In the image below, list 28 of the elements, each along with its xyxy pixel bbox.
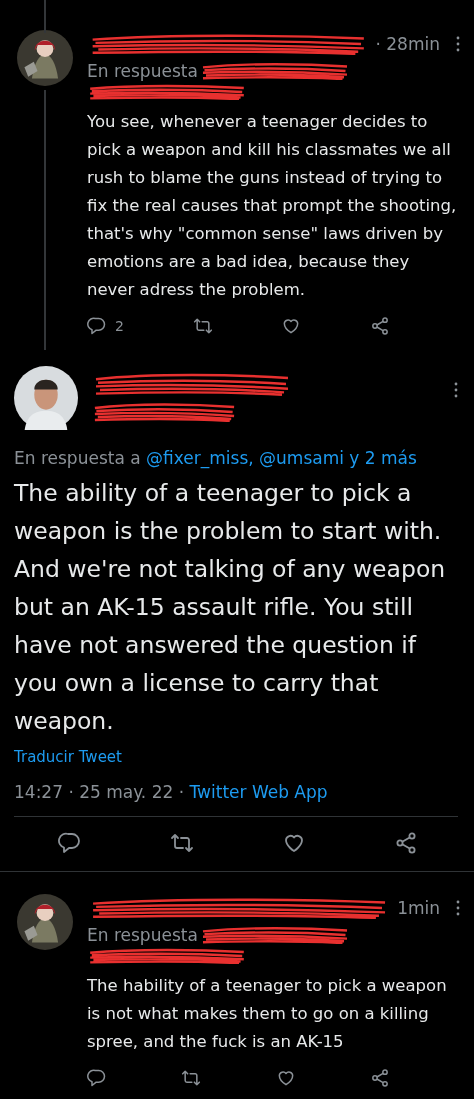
tweet-text: The hability of a teenager to pick a weapon is not what makes them to go on a killing spree, and the fuck is an AK-15 — [87, 975, 448, 1053]
timestamp: · 28min — [375, 34, 440, 54]
reply-label: En respuesta a — [14, 448, 141, 468]
tweet-text: The ability of a teenager to pick a weapon is the problem to start with. And we're not talking of any weapon but an AK-15 assault rifle. You still have not answered the question if you own a license to carry that weapon. — [14, 478, 447, 737]
tweet-text: You see, whenever a teenager decides to pick a weapon and kill his classmates we all rush to blame the guns instead of trying to fix the real causes that prompt the shooting, that's why "common sense" laws driven by emotions are a bad idea, because they never adress the problem. — [87, 111, 458, 301]
more-options-icon[interactable] — [456, 36, 460, 52]
share-icon[interactable] — [394, 831, 418, 855]
reply-label: En respuesta — [87, 925, 198, 945]
reply-count: 2 — [115, 318, 124, 334]
share-icon[interactable] — [370, 316, 390, 336]
translate-link[interactable]: Traducir Tweet — [14, 748, 122, 766]
retweet-icon[interactable] — [181, 1068, 202, 1088]
retweet-icon[interactable] — [192, 316, 213, 336]
timestamp: 1min — [397, 898, 440, 918]
source-link[interactable]: Twitter Web App — [189, 782, 328, 802]
avatar[interactable] — [17, 894, 73, 950]
more-options-icon[interactable] — [456, 900, 460, 916]
tweet-timestamp: 14:27 · 25 may. 22 · — [14, 782, 185, 802]
share-icon[interactable] — [370, 1068, 390, 1088]
more-options-icon[interactable] — [454, 382, 458, 398]
reply-icon[interactable] — [87, 1068, 107, 1088]
avatar[interactable] — [17, 30, 73, 86]
mention-link[interactable]: @fixer_miss, @umsami y 2 más — [146, 448, 417, 468]
reply-label: En respuesta — [87, 61, 198, 81]
retweet-icon[interactable] — [170, 831, 194, 855]
reply-icon[interactable] — [58, 831, 82, 855]
avatar[interactable] — [14, 366, 78, 430]
reply-icon[interactable] — [87, 316, 107, 336]
